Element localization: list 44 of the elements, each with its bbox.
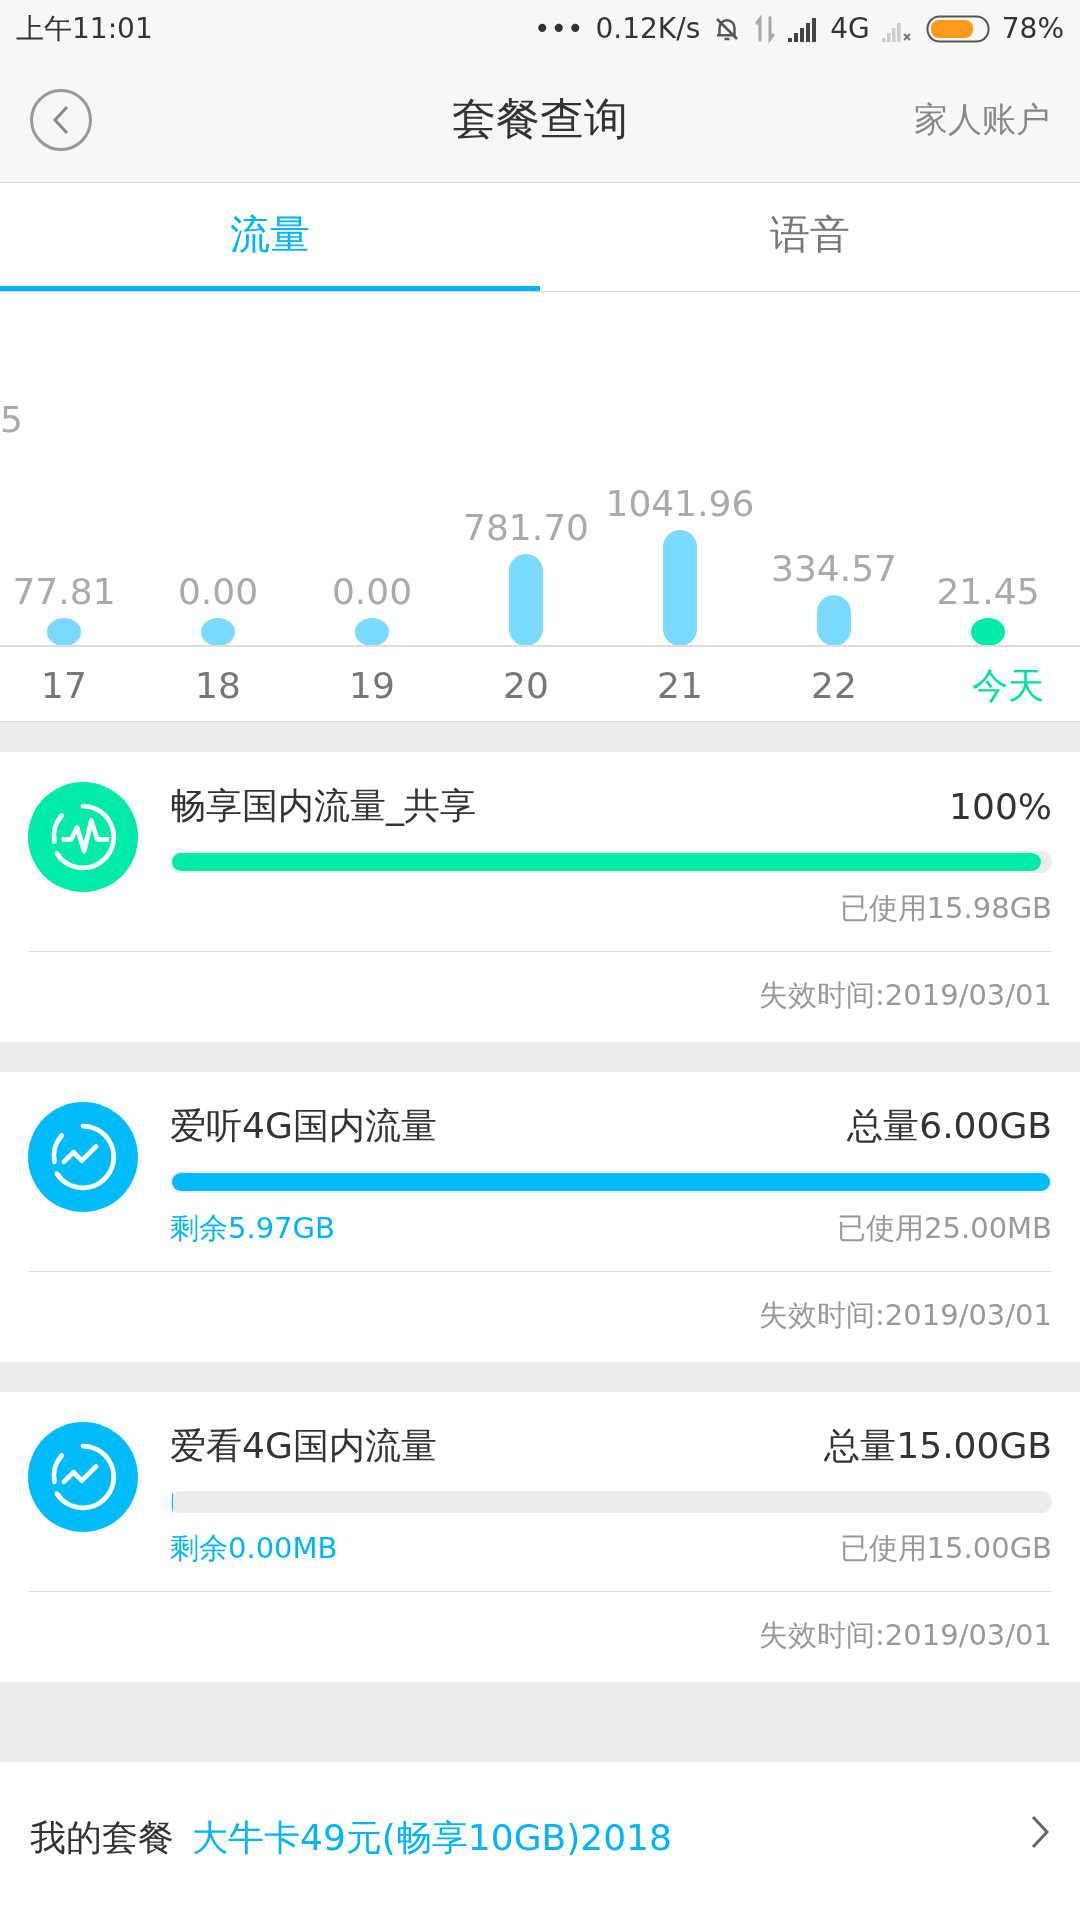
package-name: 爱看4G国内流量 — [170, 1424, 437, 1468]
status-time: 上午11:01 — [16, 10, 153, 47]
day-label: 21 — [657, 665, 703, 706]
page-title: 套餐查询 — [452, 93, 628, 144]
signal-icon — [788, 15, 819, 42]
battery-percent: 78% — [1001, 12, 1064, 45]
package-name: 爱听4G国内流量 — [170, 1104, 437, 1148]
package-total: 总量6.00GB — [847, 1104, 1052, 1148]
day-label: 18 — [195, 665, 241, 706]
expiry-date: 失效时间:2019/03/01 — [759, 1617, 1052, 1654]
chevron-right-icon — [1030, 1814, 1050, 1850]
value-label: 0.00 — [177, 571, 259, 612]
my-plan-row[interactable]: 我的套餐 大牛卡49元(畅享10GB)2018 — [0, 1762, 1080, 1920]
battery-icon — [925, 14, 990, 43]
my-plan-label: 我的套餐 — [30, 1816, 174, 1860]
value-label: 0.00 — [331, 571, 413, 612]
value-label: 5 — [0, 399, 23, 440]
value-label: 1041.96 — [605, 483, 755, 524]
value-label: 77.81 — [12, 571, 116, 612]
value-label: 781.70 — [463, 507, 589, 548]
network-type: 4G — [830, 12, 870, 45]
remaining-amount: 剩余5.97GB — [170, 1210, 335, 1247]
day-label: 今天 — [972, 665, 1044, 706]
used-amount: 已使用15.98GB — [839, 890, 1052, 927]
remaining-amount: 剩余0.00MB — [170, 1530, 338, 1567]
expiry-date: 失效时间:2019/03/01 — [759, 1297, 1052, 1334]
day-label: 20 — [503, 665, 549, 706]
family-account-link[interactable]: 家人账户 — [914, 96, 1050, 143]
package-name: 畅享国内流量_共享 — [170, 784, 476, 828]
more-indicator: ••• — [533, 12, 584, 45]
package-total: 总量15.00GB — [824, 1424, 1052, 1468]
used-amount: 已使用25.00MB — [837, 1210, 1052, 1247]
day-label: 17 — [41, 665, 87, 706]
used-amount: 已使用15.00GB — [839, 1530, 1052, 1567]
expiry-date: 失效时间:2019/03/01 — [759, 977, 1052, 1014]
day-label: 22 — [811, 665, 857, 706]
value-label: 334.57 — [771, 548, 897, 590]
network-speed: 0.12K/s — [595, 12, 701, 45]
my-plan-value: 大牛卡49元(畅享10GB)2018 — [192, 1816, 673, 1860]
package-total: 100% — [949, 786, 1052, 827]
value-label: 21.45 — [936, 571, 1040, 612]
day-label: 19 — [349, 665, 395, 706]
data-arrows-icon — [754, 13, 777, 44]
back-button[interactable] — [30, 88, 92, 151]
